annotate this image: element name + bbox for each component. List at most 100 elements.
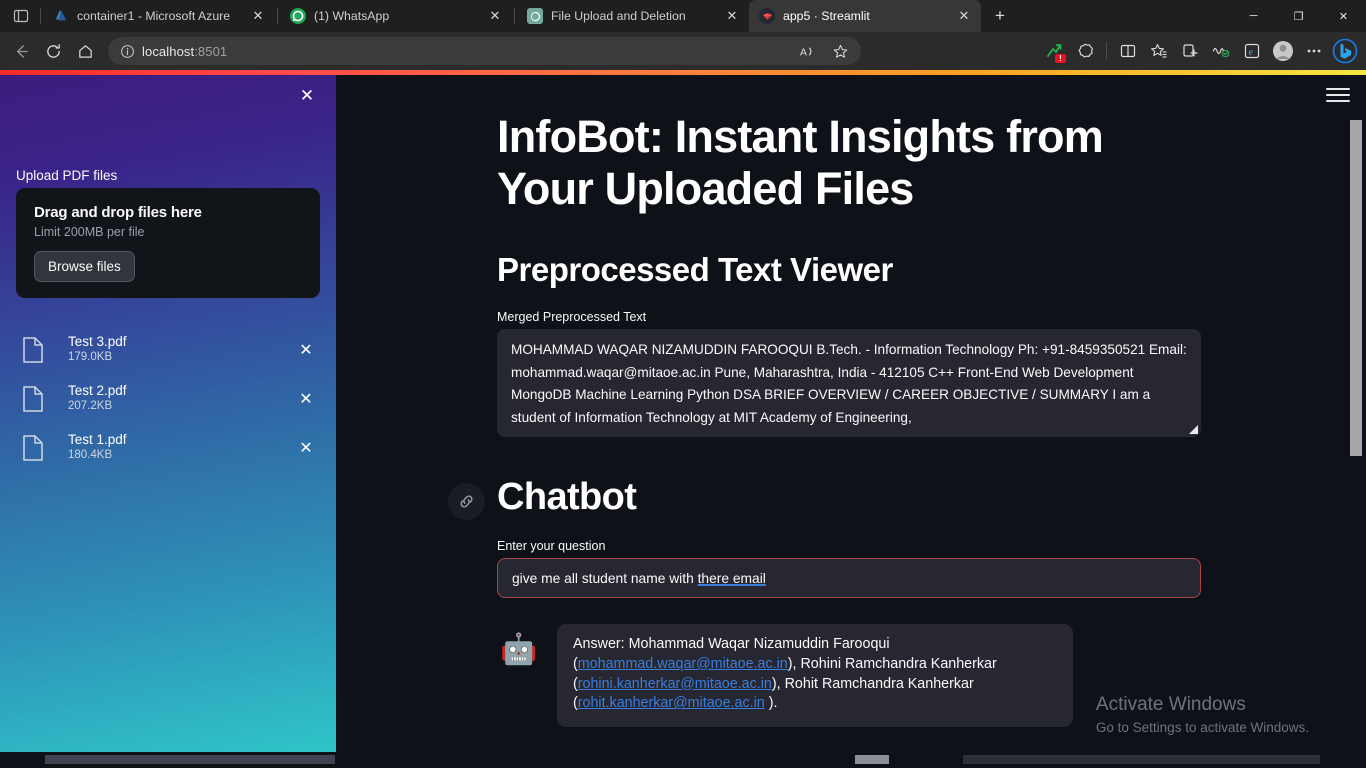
dropzone-limit: Limit 200MB per file xyxy=(34,225,145,239)
close-window-button[interactable]: ✕ xyxy=(1321,0,1366,32)
browser-toolbar: localhost:8501 A ! e xyxy=(0,32,1366,70)
favorite-star-icon[interactable] xyxy=(825,36,855,66)
app-main: InfoBot: Instant Insights from Your Uplo… xyxy=(336,75,1366,766)
tab-title: app5 · Streamlit xyxy=(783,9,870,23)
shopping-extension-icon[interactable]: ! xyxy=(1039,36,1069,66)
watermark-subtitle: Go to Settings to activate Windows. xyxy=(1095,720,1309,735)
svg-text:e: e xyxy=(1249,47,1254,58)
browse-files-button[interactable]: Browse files xyxy=(34,251,135,282)
tab-container1-microsoft-azure[interactable]: container1 - Microsoft Azure ✕ xyxy=(43,0,275,32)
profile-icon[interactable] xyxy=(1268,36,1298,66)
list-item: Test 2.pdf 207.2KB ✕ xyxy=(16,382,320,415)
azure-icon xyxy=(53,8,69,24)
maximize-button[interactable]: ❐ xyxy=(1276,0,1321,32)
file-size: 179.0KB xyxy=(68,351,113,363)
refresh-icon[interactable] xyxy=(38,36,68,66)
main-horizontal-scrollbar[interactable] xyxy=(963,755,1320,764)
favorites-icon[interactable] xyxy=(1144,36,1174,66)
tab-title: container1 - Microsoft Azure xyxy=(77,9,231,23)
main-content: InfoBot: Instant Insights from Your Uplo… xyxy=(448,75,1201,728)
tab-separator xyxy=(514,8,515,24)
tab-strip: container1 - Microsoft Azure ✕ (1) Whats… xyxy=(0,0,1366,32)
file-icon xyxy=(16,336,50,363)
uploaded-file-list: Test 3.pdf 179.0KB ✕ Test 2.pdf 207.2KB … xyxy=(16,333,320,480)
url-port: :8501 xyxy=(194,43,228,59)
secondary-scrollbar-thumb[interactable] xyxy=(855,755,889,764)
tab-actions-icon[interactable] xyxy=(4,0,38,32)
file-name: Test 1.pdf xyxy=(68,432,127,447)
chatbot-heading-row: Chatbot xyxy=(448,474,1201,520)
app-sidebar: ✕ Upload PDF files Drag and drop files h… xyxy=(0,75,336,753)
section-title-preprocessed-text-viewer: Preprocessed Text Viewer xyxy=(497,251,893,288)
whatsapp-icon xyxy=(290,8,306,24)
tab-app5-streamlit[interactable]: app5 · Streamlit ✕ xyxy=(749,0,981,32)
link-icon[interactable] xyxy=(448,483,485,520)
address-bar[interactable]: localhost:8501 A xyxy=(108,37,861,65)
misspelled-text: there email xyxy=(697,570,766,586)
answer-bubble: Answer: Mohammad Waqar Nizamuddin Farooq… xyxy=(557,624,1073,728)
tab-close-icon[interactable]: ✕ xyxy=(953,5,975,27)
email-link[interactable]: rohit.kanherkar@mitaoe.ac.in xyxy=(578,695,765,711)
activate-windows-watermark: Activate Windows Go to Settings to activ… xyxy=(1096,692,1309,738)
tab-title: (1) WhatsApp xyxy=(314,9,390,23)
remove-file-icon[interactable]: ✕ xyxy=(292,340,320,360)
streamlit-icon xyxy=(759,8,775,24)
tab-file-upload-and-deletion[interactable]: File Upload and Deletion ✕ xyxy=(517,0,749,32)
read-aloud-icon[interactable]: A xyxy=(793,36,823,66)
file-size: 180.4KB xyxy=(68,449,113,461)
merged-text-textarea[interactable]: MOHAMMAD WAQAR NIZAMUDDIN FAROOQUI B.Tec… xyxy=(497,329,1201,437)
window-controls: ─ ❐ ✕ xyxy=(1231,0,1366,32)
question-input[interactable]: give me all student name with there emai… xyxy=(497,558,1201,598)
question-value: give me all student name with there emai… xyxy=(512,570,766,586)
back-icon[interactable] xyxy=(6,36,36,66)
tab-separator xyxy=(277,8,278,24)
email-link[interactable]: mohammad.waqar@mitaoe.ac.in xyxy=(578,656,788,672)
collections-icon[interactable] xyxy=(1175,36,1205,66)
svg-text:A: A xyxy=(800,47,807,58)
list-item: Test 3.pdf 179.0KB ✕ xyxy=(16,333,320,366)
home-icon[interactable] xyxy=(70,36,100,66)
sidebar-close-icon[interactable]: ✕ xyxy=(294,83,320,109)
file-dropzone[interactable]: Drag and drop files here Limit 200MB per… xyxy=(16,188,320,298)
dropzone-title: Drag and drop files here xyxy=(34,204,202,221)
browser-window: container1 - Microsoft Azure ✕ (1) Whats… xyxy=(0,0,1366,768)
info-icon[interactable] xyxy=(116,40,138,62)
file-icon xyxy=(16,434,50,461)
main-scrollbar-thumb[interactable] xyxy=(1350,120,1362,456)
horizontal-scrollbar-area xyxy=(0,752,1366,766)
sidebar-horizontal-scrollbar[interactable] xyxy=(45,755,335,764)
file-icon xyxy=(16,385,50,412)
main-scrollbar-track[interactable] xyxy=(1350,75,1364,766)
more-icon[interactable] xyxy=(1299,36,1329,66)
file-name: Test 3.pdf xyxy=(68,334,127,349)
minimize-button[interactable]: ─ xyxy=(1231,0,1276,32)
url-text[interactable]: localhost:8501 xyxy=(138,44,793,59)
tab-close-icon[interactable]: ✕ xyxy=(484,5,506,27)
remove-file-icon[interactable]: ✕ xyxy=(292,389,320,409)
tab-separator xyxy=(40,8,41,24)
question-label: Enter your question xyxy=(497,539,606,553)
url-host: localhost xyxy=(142,43,195,59)
toolbar-divider xyxy=(1106,42,1107,60)
file-size: 207.2KB xyxy=(68,400,113,412)
section-title-chatbot: Chatbot xyxy=(497,476,637,518)
openai-icon xyxy=(527,8,543,24)
remove-file-icon[interactable]: ✕ xyxy=(292,438,320,458)
tab-close-icon[interactable]: ✕ xyxy=(721,5,743,27)
tab-whatsapp[interactable]: (1) WhatsApp ✕ xyxy=(280,0,512,32)
ie-mode-icon[interactable]: e xyxy=(1237,36,1267,66)
tab-title: File Upload and Deletion xyxy=(551,9,686,23)
new-tab-button[interactable]: + xyxy=(985,2,1015,30)
email-link[interactable]: rohini.kanherkar@mitaoe.ac.in xyxy=(578,676,772,692)
list-item: Test 1.pdf 180.4KB ✕ xyxy=(16,431,320,464)
browser-essentials-icon[interactable] xyxy=(1070,36,1100,66)
robot-avatar-icon: 🤖 xyxy=(500,633,538,666)
main-menu-icon[interactable] xyxy=(1326,84,1350,106)
tab-close-icon[interactable]: ✕ xyxy=(247,5,269,27)
split-screen-icon[interactable] xyxy=(1113,36,1143,66)
bing-copilot-icon[interactable] xyxy=(1330,36,1360,66)
extension-badge: ! xyxy=(1055,54,1066,63)
performance-icon[interactable] xyxy=(1206,36,1236,66)
textarea-resize-handle[interactable] xyxy=(1189,425,1198,434)
toolbar-right-icons: ! e xyxy=(1039,36,1360,66)
